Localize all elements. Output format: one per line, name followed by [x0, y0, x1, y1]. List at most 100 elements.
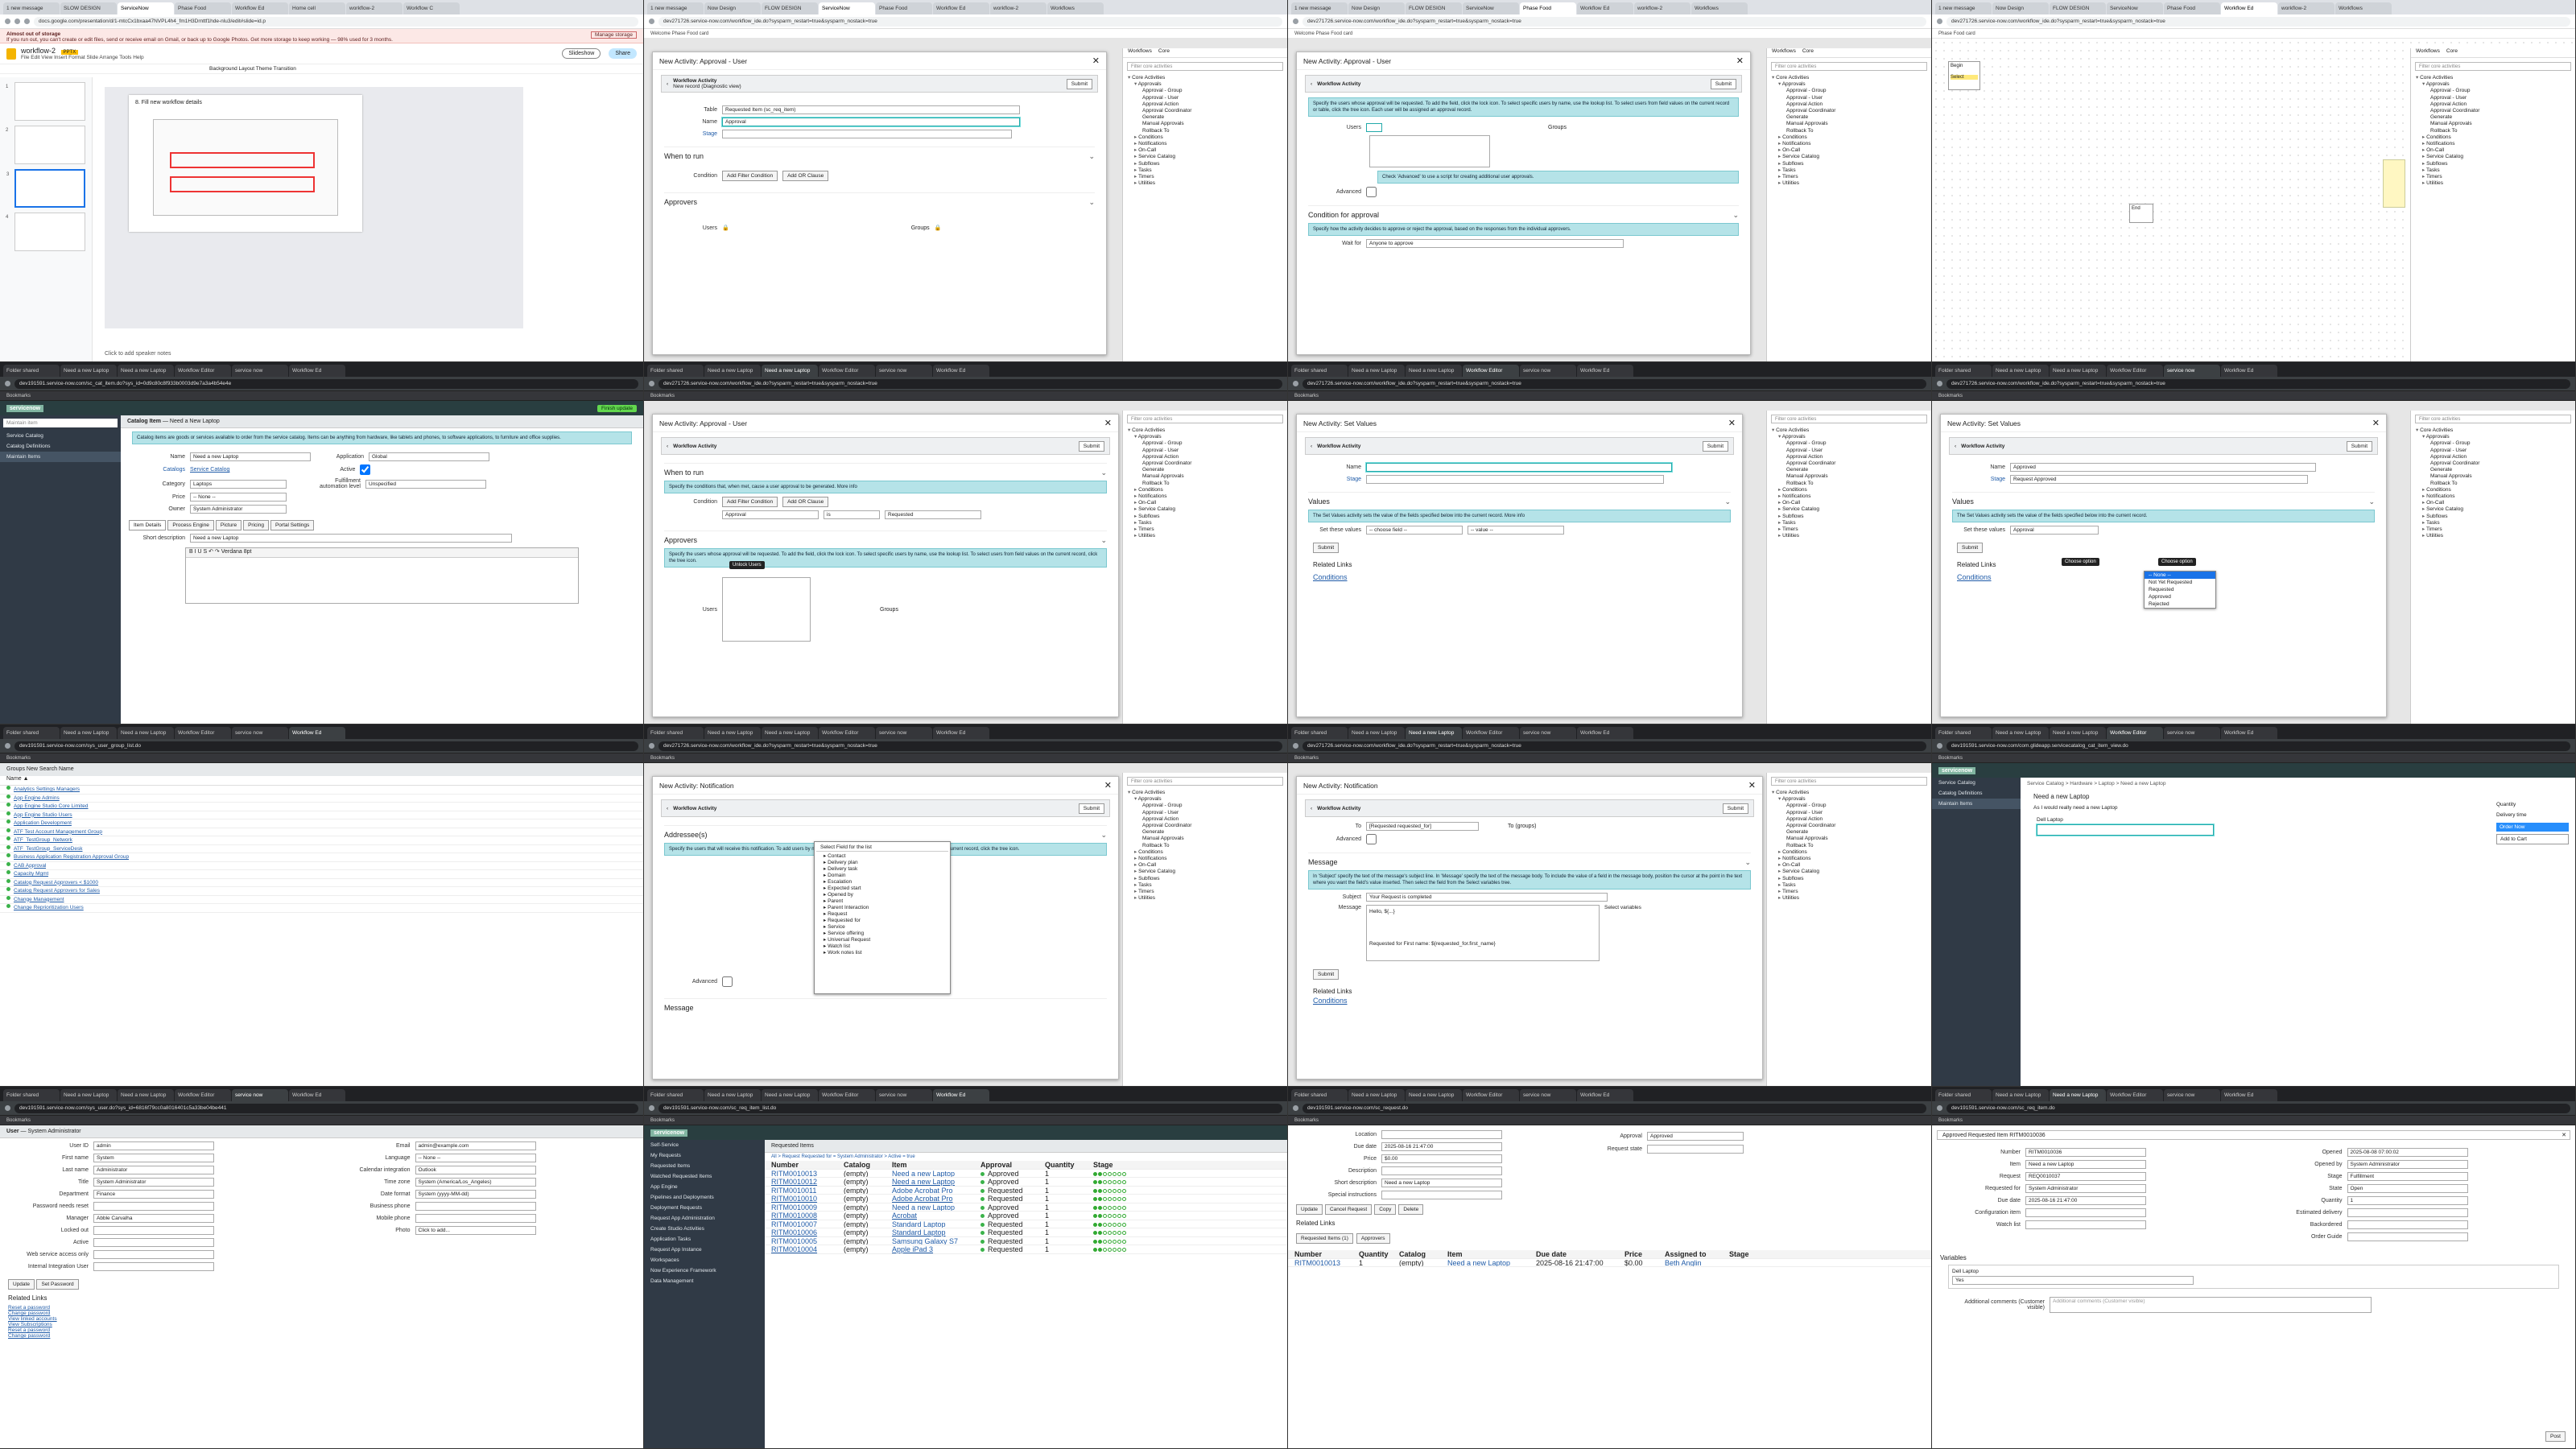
set-password-button[interactable]: Set Password: [36, 1279, 79, 1290]
fulfillment-select[interactable]: Unspecified: [365, 479, 486, 489]
tree-item[interactable]: Notifications: [2416, 141, 2575, 147]
tree-item[interactable]: Subflows: [1772, 876, 1931, 882]
field-input[interactable]: System Administrator: [93, 1178, 214, 1187]
field-input[interactable]: System Administrator: [2347, 1160, 2468, 1169]
table-row[interactable]: RITM0010004 (empty) Apple iPad 3 Requested 1: [765, 1245, 1287, 1254]
slides-toolbar[interactable]: Background Layout Theme Transition: [0, 64, 643, 74]
tree-item[interactable]: On-Call: [1128, 862, 1287, 869]
tree-item[interactable]: Approval Coordinator: [2416, 108, 2575, 114]
short-desc-input[interactable]: Need a new Laptop: [190, 534, 512, 543]
nav-item[interactable]: My Requests: [644, 1150, 765, 1161]
table-row[interactable]: ATF_TestGroup_ServiceDesk: [0, 844, 643, 853]
browser-tab[interactable]: Need a new Laptop: [118, 365, 174, 377]
browser-tab[interactable]: Need a new Laptop: [60, 1089, 117, 1101]
menu-bar[interactable]: File Edit View Insert Format Slide Arran…: [21, 55, 144, 60]
browser-tab[interactable]: service now: [876, 1089, 932, 1101]
table-cell[interactable]: RITM0010004: [771, 1245, 844, 1253]
group-name-link[interactable]: Change Reprioritization Users: [14, 904, 84, 912]
field-picker[interactable]: Select Field for the list ▸ Contact ▸ Del…: [814, 841, 951, 994]
table-cell[interactable]: Need a new Laptop: [892, 1178, 980, 1185]
nav-item[interactable]: Requested Items: [644, 1161, 765, 1171]
form-tab[interactable]: Picture: [215, 520, 242, 530]
field-select[interactable]: Approval: [2010, 526, 2099, 535]
browser-tab[interactable]: Workflows: [1047, 2, 1104, 14]
table-cell[interactable]: Apple iPad 3: [892, 1245, 980, 1253]
submit-button[interactable]: Submit: [1722, 803, 1748, 814]
picker-field[interactable]: ▸ Requested for: [820, 917, 944, 923]
tree-item[interactable]: Approvals: [1128, 796, 1287, 803]
url-input[interactable]: dev271726.service-now.com/workflow_ide.d…: [1302, 741, 1926, 751]
tree-item[interactable]: On-Call: [1128, 147, 1287, 154]
browser-tab[interactable]: service now: [232, 365, 288, 377]
table-cell[interactable]: Standard Laptop: [892, 1220, 980, 1228]
field-input[interactable]: [93, 1226, 214, 1235]
application-input[interactable]: Global: [369, 452, 489, 461]
tree-item[interactable]: Approvals: [2416, 81, 2575, 88]
browser-tab[interactable]: Workflow Editor: [1463, 727, 1519, 739]
tree-item[interactable]: Subflows: [2416, 514, 2575, 520]
browser-tab[interactable]: service now: [876, 365, 932, 377]
select-variables-panel[interactable]: Select variables: [1604, 905, 1641, 910]
table-cell[interactable]: RITM0010009: [771, 1203, 844, 1211]
group-name-link[interactable]: App Engine Studio Core Limited: [14, 803, 89, 811]
tree-item[interactable]: Utilities: [1128, 533, 1287, 539]
chevron-down-icon[interactable]: ⌄: [1724, 497, 1731, 506]
tree-item[interactable]: Conditions: [1772, 487, 1931, 493]
table-row[interactable]: CAB Approval: [0, 861, 643, 870]
back-icon[interactable]: [1937, 381, 1942, 386]
table-row[interactable]: RITM0010009 (empty) Need a new Laptop Appro…: [765, 1203, 1287, 1212]
tree-item[interactable]: Service Catalog: [1128, 154, 1287, 160]
tab-core[interactable]: Core: [1158, 48, 1170, 57]
message-section[interactable]: Message: [664, 998, 1107, 1012]
tree-item[interactable]: Service Catalog: [2416, 506, 2575, 513]
users-lookup-icon[interactable]: [1366, 123, 1382, 132]
tree-item[interactable]: Timers: [2416, 174, 2575, 180]
browser-tab[interactable]: Workflow Ed: [933, 2, 989, 14]
approvers-section[interactable]: Approvers ⌄: [664, 530, 1107, 545]
tree-item[interactable]: Approval - Group: [1772, 803, 1931, 809]
add-filter-button[interactable]: Add Filter Condition: [722, 171, 778, 181]
price-input[interactable]: -- None --: [190, 493, 287, 502]
list-toolbar[interactable]: Groups New Search Name: [0, 763, 643, 776]
back-icon[interactable]: [5, 1105, 10, 1111]
tree-item[interactable]: Tasks: [1128, 167, 1287, 174]
table-cell[interactable]: RITM0010008: [771, 1212, 844, 1219]
tree-item[interactable]: Timers: [1128, 889, 1287, 895]
table-row[interactable]: App Engine Admins: [0, 794, 643, 803]
nav-maintain-items[interactable]: Maintain Items: [0, 452, 121, 462]
chevron-down-icon[interactable]: ⌄: [1100, 831, 1107, 840]
values-section[interactable]: Values ⌄: [1952, 492, 2375, 506]
url-input[interactable]: dev191591.service-now.com/sys_user_group…: [14, 741, 638, 751]
tree-item[interactable]: Utilities: [1772, 180, 1931, 187]
tree-item[interactable]: Notifications: [2416, 493, 2575, 500]
table-row[interactable]: RITM0010011 (empty) Adobe Acrobat Pro Reque…: [765, 1187, 1287, 1195]
condition-operator-select[interactable]: is: [824, 510, 880, 519]
group-name-link[interactable]: Capacity Mgmt: [14, 870, 48, 878]
field-input[interactable]: [1381, 1166, 1502, 1175]
chevron-down-icon[interactable]: ⌄: [1100, 469, 1107, 477]
submit-button[interactable]: Submit: [1078, 440, 1104, 452]
tree-item[interactable]: Conditions: [1128, 487, 1287, 493]
form-tab[interactable]: Pricing: [243, 520, 269, 530]
palette-search-input[interactable]: Filter core activities: [1127, 777, 1283, 786]
related-link[interactable]: Change password: [8, 1333, 635, 1339]
message-section[interactable]: Message ⌄: [1308, 852, 1751, 867]
tree-item[interactable]: Approval - User: [2416, 95, 2575, 101]
picker-field[interactable]: ▸ Work notes list: [820, 949, 944, 956]
reload-icon[interactable]: [24, 19, 30, 24]
submit-button[interactable]: Submit: [1957, 543, 1984, 553]
field-input[interactable]: Need a new Laptop: [2025, 1160, 2146, 1169]
tree-item[interactable]: Conditions: [1772, 849, 1931, 856]
browser-tab[interactable]: Need a new Laptop: [762, 727, 818, 739]
back-icon[interactable]: [1293, 743, 1298, 749]
slide-thumb-3[interactable]: 3: [6, 169, 85, 208]
back-arrow-icon[interactable]: ‹: [667, 806, 668, 811]
field-input[interactable]: Outlook: [415, 1166, 536, 1174]
tree-item[interactable]: Conditions: [2416, 487, 2575, 493]
table-cell[interactable]: Standard Laptop: [892, 1228, 980, 1236]
browser-tab[interactable]: Need a new Laptop: [60, 365, 117, 377]
column-header[interactable]: Item: [1447, 1250, 1536, 1257]
group-name-link[interactable]: CAB Approval: [14, 862, 46, 870]
tree-item[interactable]: Approval Action: [2416, 454, 2575, 460]
submit-button[interactable]: Submit: [1702, 440, 1728, 452]
